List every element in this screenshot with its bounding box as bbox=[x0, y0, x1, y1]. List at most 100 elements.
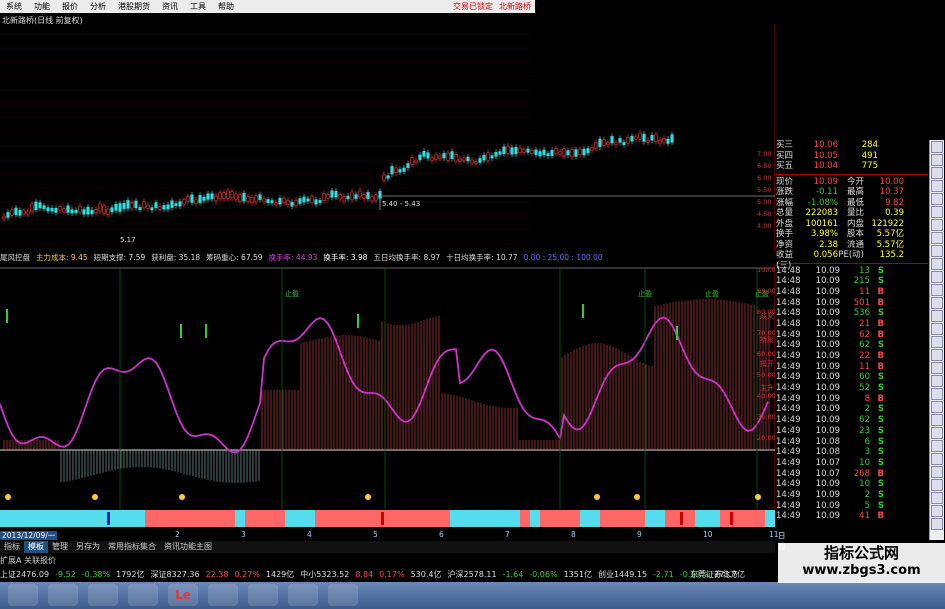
date-tick-0: 2 bbox=[175, 530, 180, 539]
menu-item-4[interactable]: 港股期货 bbox=[112, 1, 156, 12]
le-icon[interactable]: Le bbox=[168, 584, 198, 606]
toolbar-button-icon[interactable] bbox=[931, 206, 943, 218]
candle-body bbox=[106, 208, 110, 215]
date-tick-5: 7 bbox=[505, 530, 510, 539]
stat-row: 总量 222083 量比 0.39 bbox=[776, 208, 928, 219]
toolbar-button-icon[interactable] bbox=[931, 466, 943, 478]
stat-label-2: PE(动) bbox=[838, 250, 864, 260]
toolbar-button-icon[interactable] bbox=[931, 362, 943, 374]
ie-icon[interactable] bbox=[48, 584, 78, 606]
candle-body bbox=[530, 150, 534, 154]
toolbar-button-icon[interactable] bbox=[931, 154, 943, 166]
toolbar-button-icon[interactable] bbox=[931, 141, 943, 153]
menu-item-3[interactable]: 分析 bbox=[84, 1, 112, 12]
toolbar-button-icon[interactable] bbox=[931, 219, 943, 231]
tick-price: 10.08 bbox=[815, 447, 840, 458]
tick-volume: 5 bbox=[864, 500, 870, 511]
candle-body bbox=[310, 196, 314, 203]
toolbar-button-icon[interactable] bbox=[931, 245, 943, 257]
ticker-item-6: 0.27% bbox=[234, 570, 260, 579]
toolbar-button-icon[interactable] bbox=[931, 427, 943, 439]
toolbar-button-icon[interactable] bbox=[931, 375, 943, 387]
candlestick-chart[interactable]: 5.40 - 5.43 5.17 7.00 6.50 6.00 5.50 5.00 4.50 4… bbox=[0, 24, 775, 252]
toolbar-button-icon[interactable] bbox=[931, 284, 943, 296]
indicator-axis-label: 40.00 bbox=[757, 392, 775, 400]
candle-body bbox=[390, 166, 394, 175]
tick-side: S bbox=[877, 489, 884, 500]
toolbar-button-icon[interactable] bbox=[931, 349, 943, 361]
signal-color-bar bbox=[0, 510, 775, 527]
candle-body bbox=[86, 206, 90, 215]
app3-icon[interactable] bbox=[288, 584, 318, 606]
bottom-tab-5[interactable]: 资讯功能主图 bbox=[160, 541, 216, 553]
toolbar-button-icon[interactable] bbox=[931, 492, 943, 504]
menu-item-7[interactable]: 帮助 bbox=[212, 1, 240, 12]
toolbar-button-icon[interactable] bbox=[931, 258, 943, 270]
tick-price: 10.09 bbox=[815, 489, 840, 500]
app2-icon[interactable] bbox=[248, 584, 278, 606]
candle-body bbox=[62, 208, 66, 213]
tick-time: 14:48 bbox=[776, 308, 801, 319]
toolbar-button-icon[interactable] bbox=[931, 518, 943, 530]
stat-value: 10.09 bbox=[813, 176, 838, 187]
toolbar-button-icon[interactable] bbox=[931, 323, 943, 335]
media-icon[interactable] bbox=[128, 584, 158, 606]
stat-label-2: 股本 bbox=[846, 229, 864, 239]
toolbar-button-icon[interactable] bbox=[931, 388, 943, 400]
toolbar-button-icon[interactable] bbox=[931, 401, 943, 413]
start-orb-icon[interactable] bbox=[8, 584, 38, 606]
candle-body bbox=[342, 196, 346, 202]
price-axis-label: 4.00 bbox=[757, 222, 771, 230]
indicator-9: 0.00 : 25.00 : 100.00 bbox=[523, 253, 603, 262]
candle-body bbox=[422, 150, 426, 157]
toolbar-button-icon[interactable] bbox=[931, 271, 943, 283]
bottom-tab-4[interactable]: 常用指标集合 bbox=[104, 541, 160, 553]
bottom-tab-2[interactable]: 管理 bbox=[48, 541, 72, 553]
candle-body bbox=[394, 167, 398, 174]
candle-body bbox=[82, 209, 86, 215]
app4-icon[interactable] bbox=[328, 584, 358, 606]
toolbar-button-icon[interactable] bbox=[931, 310, 943, 322]
toolbar-button-icon[interactable] bbox=[931, 453, 943, 465]
toolbar-button-icon[interactable] bbox=[931, 167, 943, 179]
toolbar-button-icon[interactable] bbox=[931, 505, 943, 517]
menu-item-0[interactable]: 系统 bbox=[0, 1, 28, 12]
signal-segment bbox=[645, 510, 665, 527]
toolbar-button-icon[interactable] bbox=[931, 297, 943, 309]
toolbar-button-icon[interactable] bbox=[931, 193, 943, 205]
candle-body bbox=[510, 147, 514, 155]
indicator-chart[interactable]: 止盈止盈止盈止盈100.0090.0080.0070.0060.0050.004… bbox=[0, 264, 775, 509]
bottom-tab-1[interactable]: 模板 bbox=[24, 541, 48, 553]
candle-body bbox=[70, 209, 74, 214]
folder-icon[interactable] bbox=[88, 584, 118, 606]
candle-body bbox=[350, 191, 354, 201]
toolbar-button-icon[interactable] bbox=[931, 414, 943, 426]
menu-item-6[interactable]: 工具 bbox=[184, 1, 212, 12]
toolbar-button-icon[interactable] bbox=[931, 440, 943, 452]
order-price: 10.05 bbox=[813, 150, 838, 161]
app-icon[interactable] bbox=[208, 584, 238, 606]
candle-body bbox=[318, 200, 322, 203]
tick-price: 10.09 bbox=[815, 372, 840, 383]
candle-body bbox=[354, 194, 358, 199]
candle-body bbox=[242, 192, 246, 202]
menu-item-5[interactable]: 资讯 bbox=[156, 1, 184, 12]
menu-item-2[interactable]: 报价 bbox=[56, 1, 84, 12]
ticker-item-11: 530.4亿 bbox=[410, 570, 442, 579]
candle-body bbox=[262, 198, 266, 203]
signal-tick bbox=[107, 512, 110, 525]
toolbar-button-icon[interactable] bbox=[931, 479, 943, 491]
price-axis-label: 6.00 bbox=[757, 174, 771, 182]
toolbar-button-icon[interactable] bbox=[931, 232, 943, 244]
toolbar-button-icon[interactable] bbox=[931, 336, 943, 348]
candle-body bbox=[206, 193, 210, 200]
candle-body bbox=[142, 201, 146, 209]
toolbar-button-icon[interactable] bbox=[931, 180, 943, 192]
bottom-tab-0[interactable]: 指标 bbox=[0, 541, 24, 553]
signal-segment bbox=[520, 510, 530, 527]
tick-volume: 2 bbox=[864, 404, 870, 415]
menu-item-1[interactable]: 功能 bbox=[28, 1, 56, 12]
bottom-tab-3[interactable]: 另存为 bbox=[72, 541, 104, 553]
candle-body bbox=[438, 155, 442, 159]
candle-body bbox=[22, 210, 26, 215]
